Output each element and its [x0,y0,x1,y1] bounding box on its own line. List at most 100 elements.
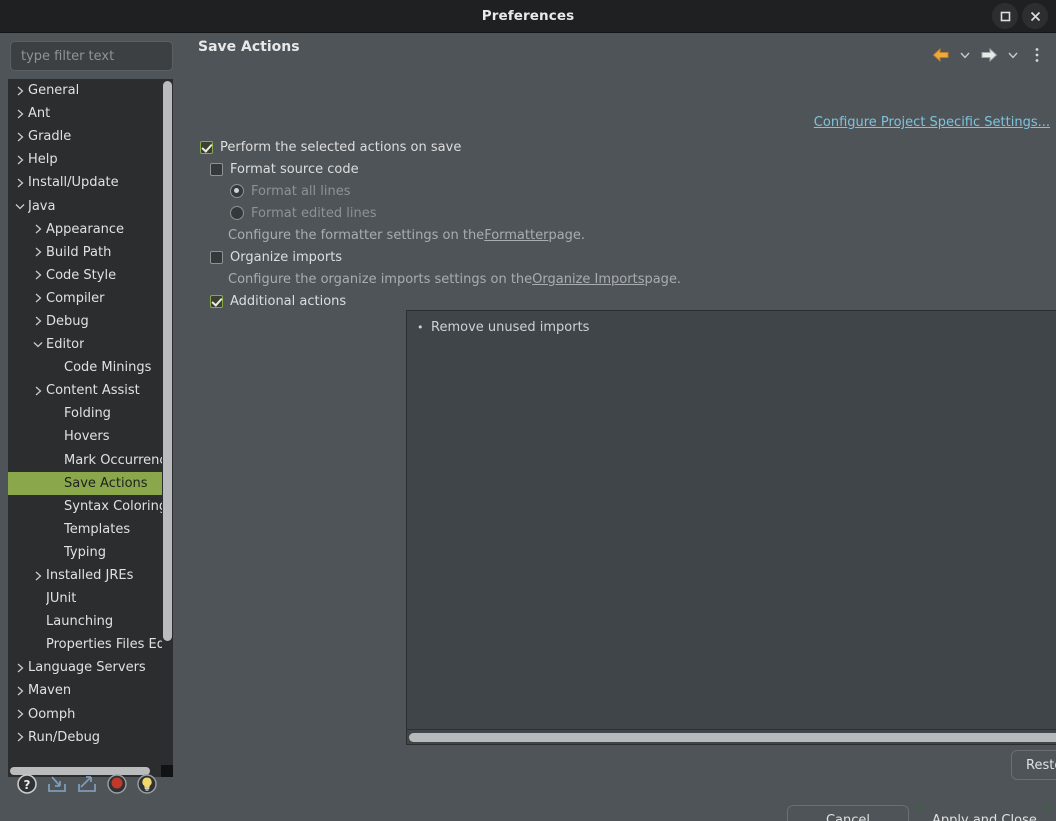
chevron-right-icon[interactable] [30,269,46,281]
perform-on-save-checkbox[interactable] [200,140,213,154]
format-edited-lines-row[interactable]: Format edited lines [200,202,1048,224]
format-edited-lines-radio[interactable] [230,206,244,220]
sidebar-item-typing[interactable]: Typing [8,541,162,564]
additional-actions-checkbox[interactable] [210,294,223,308]
sidebar-item-label: Launching [46,614,114,630]
back-history-button[interactable] [954,43,976,67]
page-toolbar [930,43,1048,67]
record-icon[interactable] [106,773,128,795]
chevron-down-icon[interactable] [30,340,46,349]
project-specific-settings-row: Configure Project Specific Settings... [814,115,1050,130]
sidebar-item-label: Code Minings [64,360,152,376]
list-item[interactable]: • Remove unused imports [417,317,1056,337]
organize-imports-row[interactable]: Organize imports [200,246,1048,268]
sidebar-item-installed-jres[interactable]: Installed JREs [8,564,162,587]
sidebar-item-code-style[interactable]: Code Style [8,264,162,287]
sidebar-item-hovers[interactable]: Hovers [8,425,162,448]
format-all-lines-row[interactable]: Format all lines [200,180,1048,202]
chevron-right-icon[interactable] [12,85,28,97]
organize-hint-row: Configure the organize imports settings … [200,268,1048,290]
chevron-right-icon[interactable] [12,662,28,674]
sidebar-item-junit[interactable]: JUnit [8,587,162,610]
sidebar-item-properties-files-editor[interactable]: Properties Files Editor [8,633,162,656]
sidebar-item-java[interactable]: Java [8,194,162,217]
chevron-right-icon[interactable] [30,223,46,235]
export-icon[interactable] [76,773,98,795]
chevron-right-icon[interactable] [12,685,28,697]
search-input[interactable] [10,41,173,71]
format-source-checkbox[interactable] [210,162,223,176]
organize-hint-suffix: page. [644,271,682,287]
maximize-button[interactable] [992,3,1018,29]
sidebar-item-launching[interactable]: Launching [8,610,162,633]
sidebar-item-run-debug[interactable]: Run/Debug [8,726,162,749]
chevron-right-icon[interactable] [30,292,46,304]
sidebar-item-code-minings[interactable]: Code Minings [8,356,162,379]
sidebar-item-general[interactable]: General [8,79,162,102]
sidebar-item-appearance[interactable]: Appearance [8,218,162,241]
restore-defaults-button[interactable]: Restore Defaults [1011,750,1056,780]
list-horizontal-scrollbar[interactable] [407,729,1056,744]
back-button[interactable] [930,43,952,67]
sidebar-item-label: General [28,83,80,99]
organize-imports-checkbox[interactable] [210,250,223,264]
sidebar-item-content-assist[interactable]: Content Assist [8,379,162,402]
page-menu-button[interactable] [1026,43,1048,67]
sidebar-item-maven[interactable]: Maven [8,679,162,702]
sidebar-item-templates[interactable]: Templates [8,518,162,541]
configure-project-specific-settings-link[interactable]: Configure Project Specific Settings... [814,115,1050,130]
sidebar-item-editor[interactable]: Editor [8,333,162,356]
sidebar-item-label: Editor [46,337,85,353]
sidebar-item-label: Syntax Coloring [64,498,162,514]
format-source-row[interactable]: Format source code [200,158,1048,180]
list-horizontal-scrollbar-thumb[interactable] [409,733,1056,742]
apply-and-close-button[interactable]: Apply and Close [917,805,1050,821]
sidebar-item-ant[interactable]: Ant [8,102,162,125]
chevron-down-icon [960,52,970,59]
sidebar-item-syntax-coloring[interactable]: Syntax Coloring [8,495,162,518]
perform-on-save-row[interactable]: Perform the selected actions on save [200,136,1048,158]
sidebar-item-compiler[interactable]: Compiler [8,287,162,310]
chevron-right-icon[interactable] [12,154,28,166]
close-button[interactable] [1022,3,1048,29]
chevron-right-icon[interactable] [12,708,28,720]
additional-actions-row[interactable]: Additional actions [200,290,1048,312]
sidebar-item-mark-occurrences[interactable]: Mark Occurrences [8,449,162,472]
organize-imports-page-link[interactable]: Organize Imports [532,272,644,287]
format-all-lines-radio[interactable] [230,184,244,198]
sidebar-item-label: Properties Files Editor [46,637,162,653]
sidebar-item-build-path[interactable]: Build Path [8,241,162,264]
tip-icon[interactable] [136,773,158,795]
chevron-down-icon[interactable] [12,202,28,211]
chevron-right-icon[interactable] [30,385,46,397]
sidebar-item-oomph[interactable]: Oomph [8,703,162,726]
sidebar-item-label: Save Actions [64,475,148,491]
additional-actions-list[interactable]: • Remove unused imports [406,310,1056,745]
sidebar-item-save-actions[interactable]: Save Actions [8,471,162,495]
sidebar-item-install-update[interactable]: Install/Update [8,171,162,194]
forward-history-button[interactable] [1002,43,1024,67]
tree-vertical-scrollbar-thumb[interactable] [163,81,172,641]
chevron-right-icon[interactable] [12,131,28,143]
chevron-right-icon[interactable] [30,246,46,258]
chevron-right-icon[interactable] [30,315,46,327]
formatter-page-link[interactable]: Formatter [484,228,548,243]
chevron-right-icon[interactable] [12,731,28,743]
forward-button[interactable] [978,43,1000,67]
sidebar-item-language-servers[interactable]: Language Servers [8,656,162,679]
tree-vertical-scrollbar[interactable] [162,79,173,765]
chevron-right-icon[interactable] [30,570,46,582]
sidebar-item-gradle[interactable]: Gradle [8,125,162,148]
chevron-right-icon[interactable] [12,108,28,120]
sidebar-item-folding[interactable]: Folding [8,402,162,425]
sidebar-item-help[interactable]: Help [8,148,162,171]
import-icon[interactable] [46,773,68,795]
close-icon [1030,11,1040,21]
chevron-right-icon[interactable] [12,177,28,189]
formatter-hint-row: Configure the formatter settings on the … [200,224,1048,246]
sidebar-item-debug[interactable]: Debug [8,310,162,333]
help-icon[interactable]: ? [16,773,38,795]
cancel-button[interactable]: Cancel [787,805,909,821]
preferences-tree[interactable]: General Ant Gradle Help Install/Update Java Ap… [8,79,173,777]
sidebar-item-label: Ant [28,106,51,122]
